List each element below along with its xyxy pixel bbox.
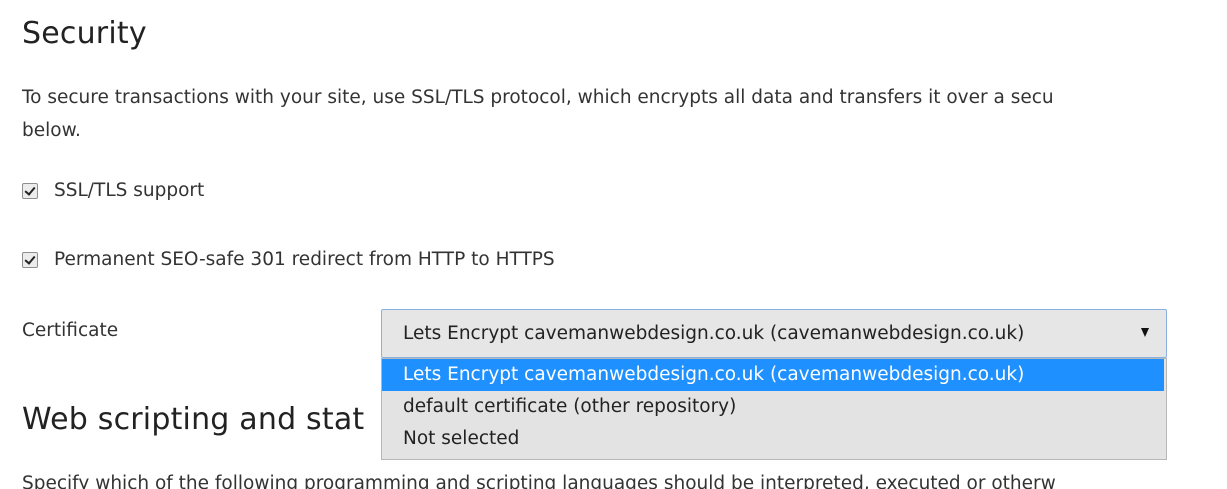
web-scripting-description: Specify which of the following programmi… <box>22 473 1056 489</box>
checkmark-icon <box>24 183 36 196</box>
certificate-dropdown-list[interactable]: Lets Encrypt cavemanwebdesign.co.uk (cav… <box>381 358 1167 460</box>
security-description-line2: below. <box>22 120 81 141</box>
hosting-settings-page: Security To secure transactions with you… <box>0 0 1227 489</box>
certificate-label: Certificate <box>22 320 119 341</box>
https-redirect-checkbox[interactable] <box>22 251 38 268</box>
certificate-option-not-selected[interactable]: Not selected <box>382 423 1166 455</box>
certificate-option-lets-encrypt[interactable]: Lets Encrypt cavemanwebdesign.co.uk (cav… <box>382 359 1164 391</box>
security-description-line1: To secure transactions with your site, u… <box>22 87 1054 108</box>
ssl-tls-support-row[interactable]: SSL/TLS support <box>22 180 204 201</box>
certificate-option-default[interactable]: default certificate (other repository) <box>382 391 1166 423</box>
checkmark-icon <box>24 252 36 265</box>
https-redirect-label: Permanent SEO-safe 301 redirect from HTT… <box>54 249 555 270</box>
chevron-down-icon <box>1141 328 1149 337</box>
ssl-tls-support-checkbox[interactable] <box>22 182 38 199</box>
certificate-select[interactable]: Lets Encrypt cavemanwebdesign.co.uk (cav… <box>381 309 1167 358</box>
web-scripting-section-title: Web scripting and stat <box>22 402 365 437</box>
security-section-title: Security <box>22 16 147 51</box>
https-redirect-row[interactable]: Permanent SEO-safe 301 redirect from HTT… <box>22 249 555 270</box>
certificate-select-value: Lets Encrypt cavemanwebdesign.co.uk (cav… <box>403 323 1025 344</box>
ssl-tls-support-label: SSL/TLS support <box>54 180 205 201</box>
